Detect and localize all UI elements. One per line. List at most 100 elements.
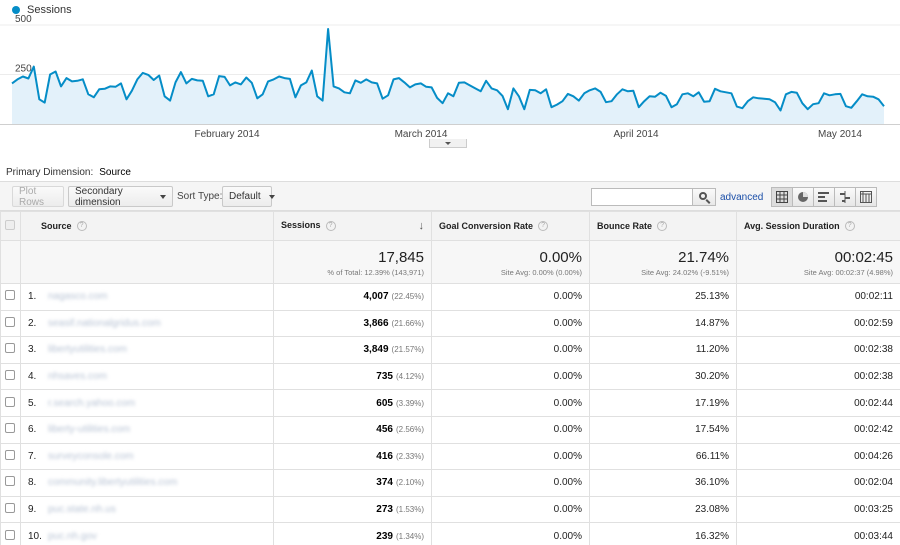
view-pivot-button[interactable] — [855, 187, 877, 207]
source-cell: 3. libertyutilities.com — [20, 336, 274, 364]
row-select-cell — [0, 309, 21, 338]
summary-duration-sub: Site Avg: 00:02:37 (4.98%) — [803, 268, 893, 277]
duration-cell: 00:02:59 — [736, 309, 900, 338]
secondary-dimension-dropdown[interactable]: Secondary dimension — [68, 186, 173, 208]
select-all-checkbox[interactable] — [5, 220, 15, 230]
source-cell: 6. liberty-utilities.com — [20, 415, 274, 444]
table-row: 2. seasif.nationalgridus.com 3,866 (21.66%)… — [0, 309, 900, 338]
chart-collapse-toggle[interactable] — [429, 139, 467, 148]
row-checkbox[interactable] — [5, 316, 15, 327]
source-cell: 1. nagasco.com — [20, 283, 274, 311]
source-link[interactable]: puc.state.nh.us — [48, 504, 116, 515]
view-data-table-button[interactable] — [771, 187, 793, 207]
row-checkbox[interactable] — [5, 396, 15, 407]
row-index: 2. — [28, 317, 37, 329]
help-icon[interactable]: ? — [538, 221, 549, 232]
source-link[interactable]: seasif.nationalgridus.com — [48, 318, 161, 329]
source-link[interactable]: libertyutilities.com — [48, 344, 127, 355]
row-checkbox[interactable] — [5, 476, 15, 487]
x-tick-label: May 2014 — [818, 129, 862, 140]
row-checkbox[interactable] — [5, 503, 15, 514]
bounce-rate-cell: 23.08% — [589, 495, 737, 524]
table-search-input[interactable] — [591, 188, 693, 206]
y-tick-label: 250 — [15, 64, 32, 75]
row-index: 5. — [28, 397, 37, 409]
sessions-value: 605 — [376, 397, 393, 409]
source-link[interactable]: surveyconsole.com — [48, 451, 134, 462]
summary-bounce-value: 21.74% — [678, 249, 729, 266]
goal-conversion-cell: 0.00% — [431, 415, 590, 444]
search-icon — [699, 192, 707, 200]
source-link[interactable]: r.search.yahoo.com — [48, 398, 135, 409]
bounce-rate-cell: 66.11% — [589, 442, 737, 471]
source-link[interactable]: puc.nh.gov — [48, 531, 97, 542]
row-index: 6. — [28, 424, 37, 436]
sessions-value: 239 — [376, 530, 393, 542]
summary-goal-sub: Site Avg: 0.00% (0.00%) — [500, 268, 582, 277]
advanced-filter-link[interactable]: advanced — [720, 192, 763, 203]
view-comparison-button[interactable] — [834, 187, 856, 207]
sessions-percent: (22.45%) — [391, 292, 424, 302]
col-sessions[interactable]: Sessions? ↓ — [273, 211, 432, 241]
help-icon[interactable]: ? — [76, 221, 87, 232]
help-icon[interactable]: ? — [657, 221, 668, 232]
source-link[interactable]: nagasco.com — [48, 291, 107, 302]
source-link[interactable]: nhsaves.com — [48, 371, 107, 382]
row-checkbox[interactable] — [5, 529, 15, 540]
bounce-rate-cell: 17.19% — [589, 389, 737, 417]
summary-bounce-rate: 21.74% Site Avg: 24.02% (-9.51%) — [589, 240, 737, 284]
source-cell: 4. nhsaves.com — [20, 362, 274, 391]
bounce-rate-cell: 16.32% — [589, 522, 737, 545]
goal-conversion-cell: 0.00% — [431, 469, 590, 497]
sessions-percent: (3.39%) — [395, 398, 424, 408]
row-checkbox[interactable] — [5, 370, 15, 381]
row-checkbox[interactable] — [5, 423, 15, 434]
col-source[interactable]: Source? — [20, 211, 274, 241]
goal-conversion-cell: 0.00% — [431, 283, 590, 311]
row-checkbox[interactable] — [5, 449, 15, 460]
pivot-table-icon — [860, 191, 872, 203]
bounce-rate-cell: 14.87% — [589, 309, 737, 338]
sessions-cell: 3,849 (21.57%) — [273, 336, 432, 364]
source-cell: 2. seasif.nationalgridus.com — [20, 309, 274, 338]
source-link[interactable]: community.libertyutilities.com — [48, 477, 177, 488]
plot-rows-button[interactable]: Plot Rows — [12, 186, 64, 208]
sessions-percent: (2.33%) — [395, 451, 424, 461]
sessions-value: 273 — [376, 504, 393, 516]
table-row: 8. community.libertyutilities.com 374 (2.10… — [0, 469, 900, 497]
row-index: 3. — [28, 344, 37, 356]
view-performance-button[interactable] — [813, 187, 835, 207]
row-checkbox[interactable] — [5, 290, 15, 301]
row-checkbox[interactable] — [5, 343, 15, 354]
row-index: 10. — [28, 530, 42, 542]
summary-goal-value: 0.00% — [539, 249, 582, 266]
primary-dimension-value[interactable]: Source — [99, 167, 131, 178]
source-link[interactable]: liberty-utilities.com — [48, 424, 130, 435]
goal-conversion-cell: 0.00% — [431, 336, 590, 364]
search-button[interactable] — [692, 188, 716, 206]
goal-conversion-cell: 0.00% — [431, 389, 590, 417]
col-goal-conversion[interactable]: Goal Conversion Rate? — [431, 211, 590, 241]
col-avg-session-duration[interactable]: Avg. Session Duration? — [736, 211, 900, 241]
bounce-rate-cell: 36.10% — [589, 469, 737, 497]
table-header-row: Source? Sessions? ↓ Goal Conversion Rate?… — [0, 211, 900, 241]
x-tick-label: April 2014 — [613, 129, 658, 140]
row-index: 7. — [28, 450, 37, 462]
duration-cell: 00:02:44 — [736, 389, 900, 417]
caret-down-icon — [445, 141, 451, 145]
bounce-rate-cell: 30.20% — [589, 362, 737, 391]
view-pie-button[interactable] — [792, 187, 814, 207]
summary-sessions-sub: % of Total: 12.39% (143,971) — [327, 268, 424, 277]
duration-cell: 00:02:11 — [736, 283, 900, 311]
primary-dimension: Primary Dimension: Source — [6, 167, 131, 178]
summary-empty-cell — [0, 240, 21, 284]
sessions-percent: (2.56%) — [395, 425, 424, 435]
summary-duration: 00:02:45 Site Avg: 00:02:37 (4.98%) — [736, 240, 900, 284]
source-cell: 9. puc.state.nh.us — [20, 495, 274, 524]
help-icon[interactable]: ? — [844, 221, 855, 232]
sort-type-dropdown[interactable]: Default — [222, 186, 275, 207]
row-select-cell — [0, 522, 21, 545]
goal-conversion-cell: 0.00% — [431, 495, 590, 524]
col-bounce-rate[interactable]: Bounce Rate? — [589, 211, 737, 241]
help-icon[interactable]: ? — [325, 220, 336, 231]
